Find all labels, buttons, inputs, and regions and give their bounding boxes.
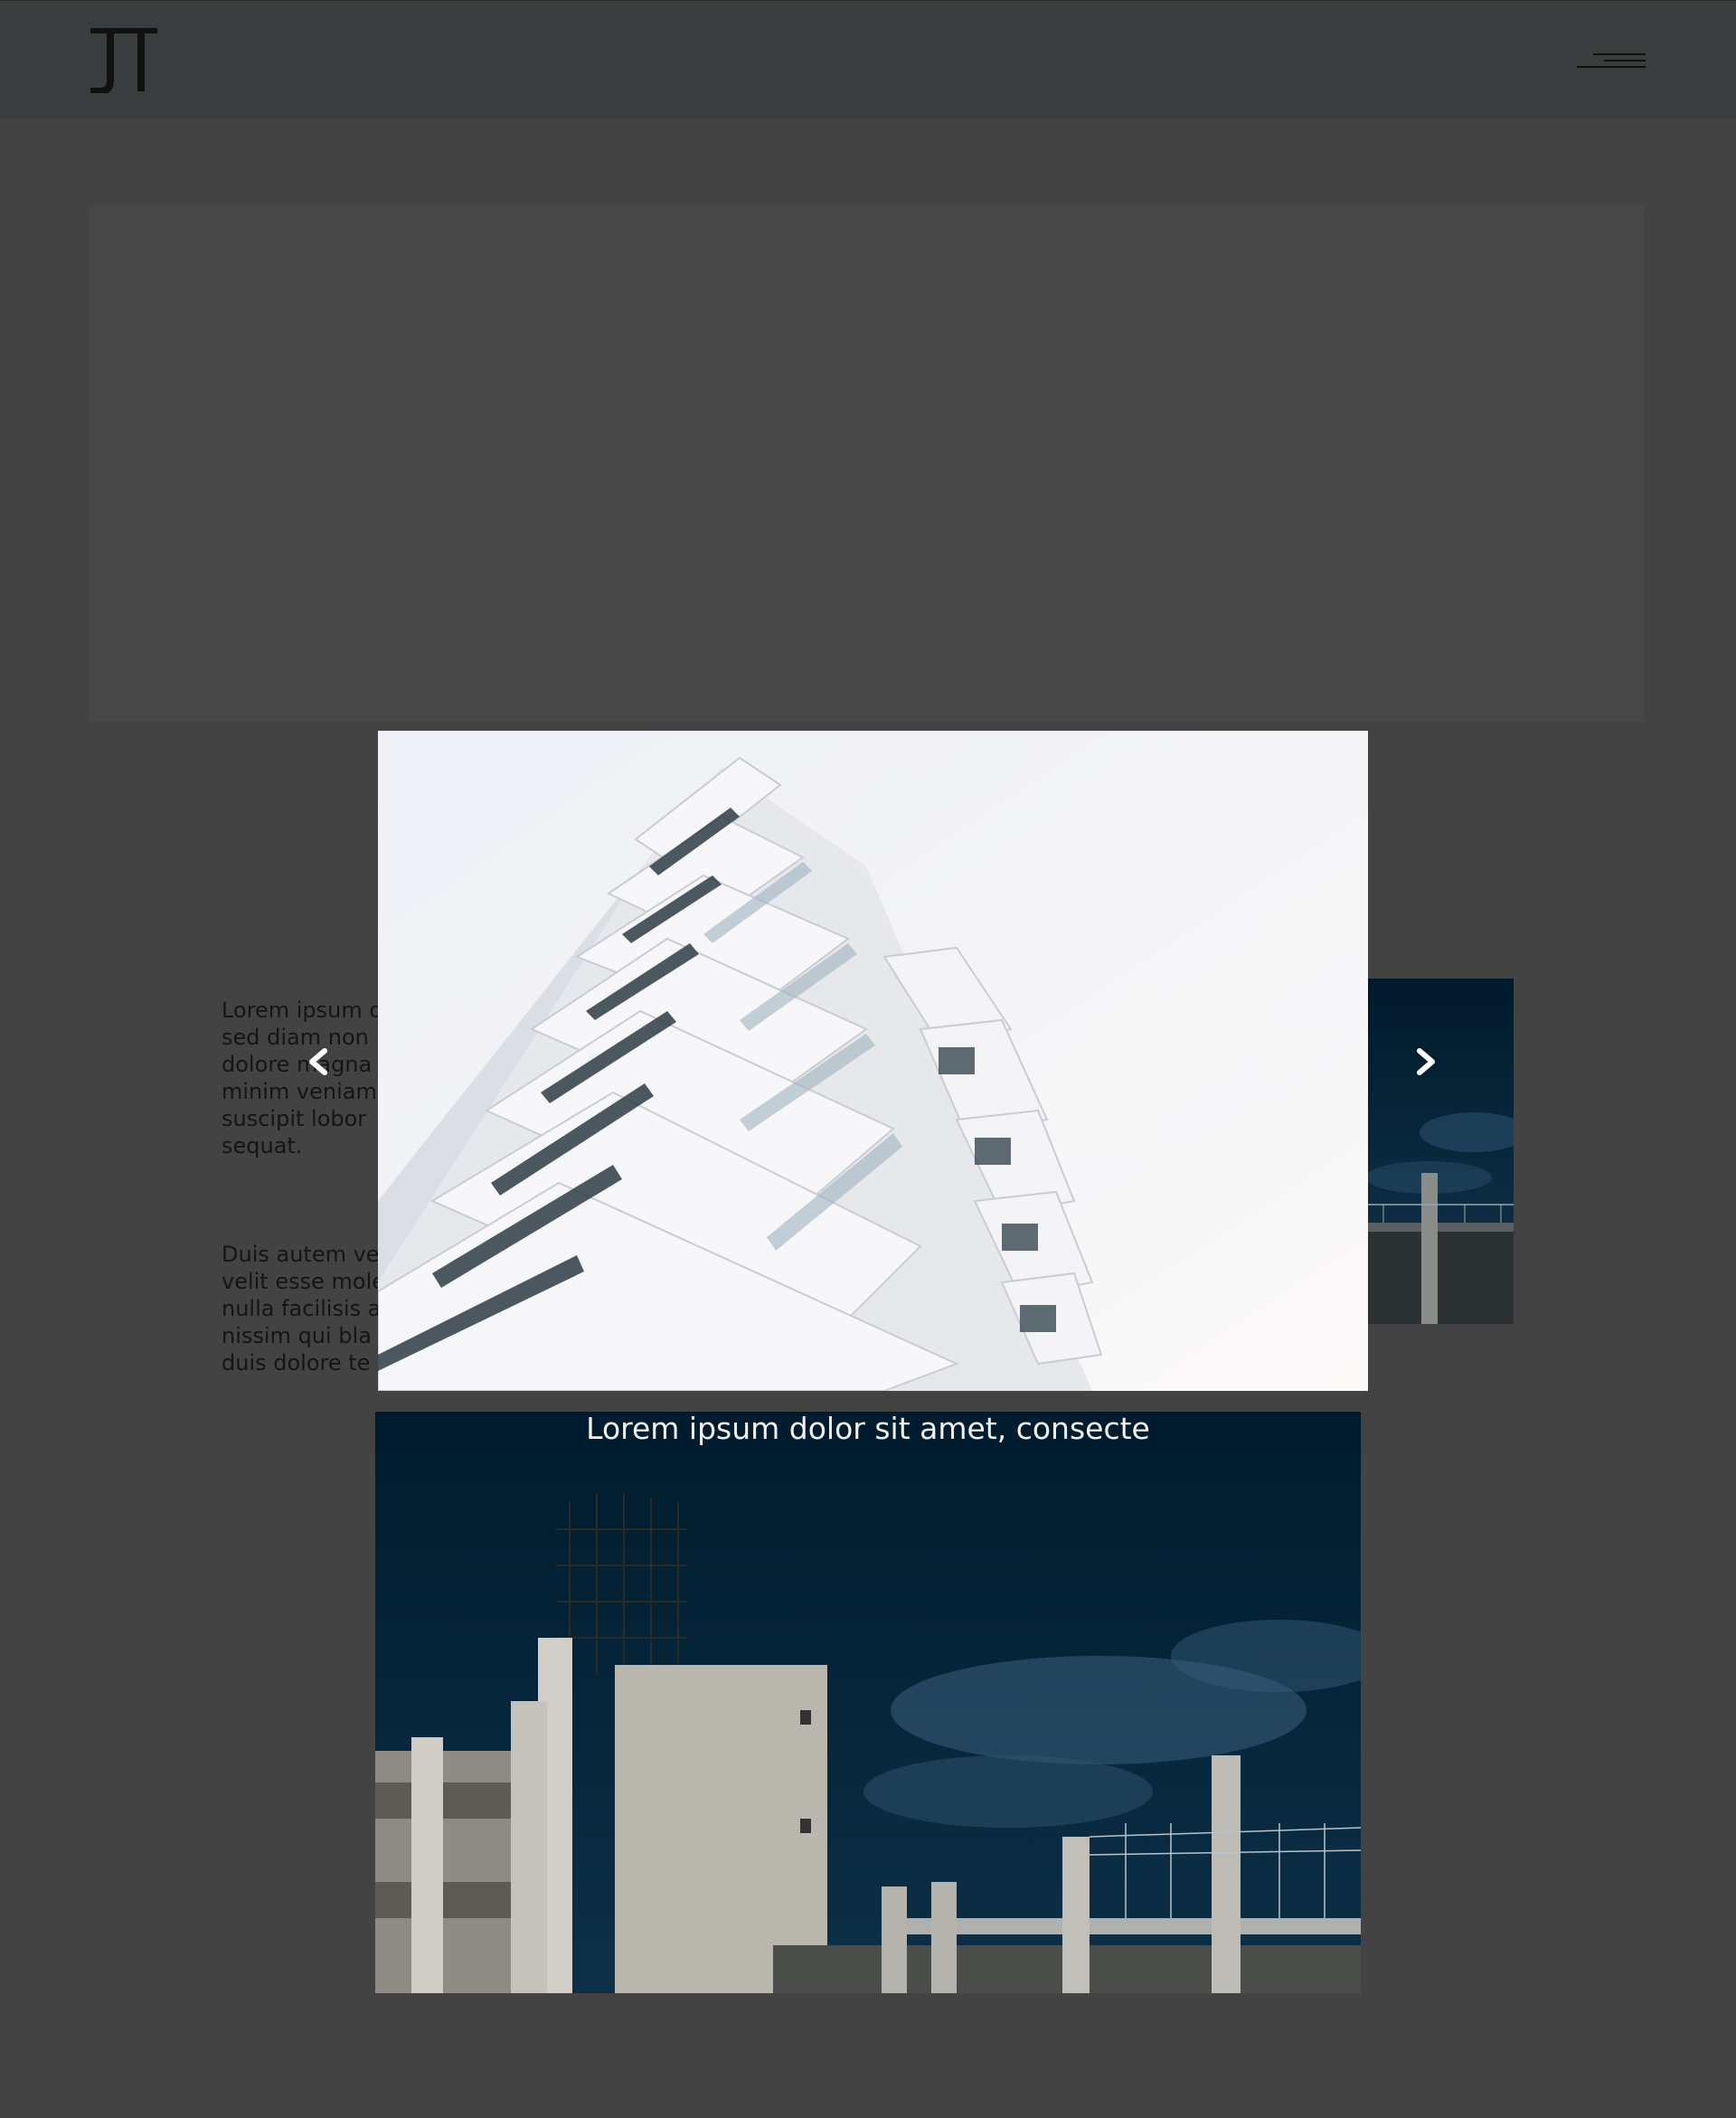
logo-mark-icon xyxy=(90,28,157,93)
chevron-left-icon xyxy=(309,1048,327,1075)
lightbox-caption: Lorem ipsum dolor sit amet, consecte xyxy=(586,1411,1150,1446)
hero-banner xyxy=(89,206,1645,722)
logo[interactable] xyxy=(89,28,159,93)
lightbox-image[interactable] xyxy=(378,731,1368,1391)
next-button[interactable] xyxy=(1409,1035,1445,1089)
bottom-image[interactable] xyxy=(375,1412,1361,1993)
side-image[interactable] xyxy=(1356,979,1514,1324)
previous-button[interactable] xyxy=(299,1035,335,1089)
site-header xyxy=(0,0,1736,118)
chevron-right-icon xyxy=(1417,1048,1435,1075)
menu-button[interactable] xyxy=(1577,48,1646,73)
hamburger-menu-icon xyxy=(1577,53,1646,68)
